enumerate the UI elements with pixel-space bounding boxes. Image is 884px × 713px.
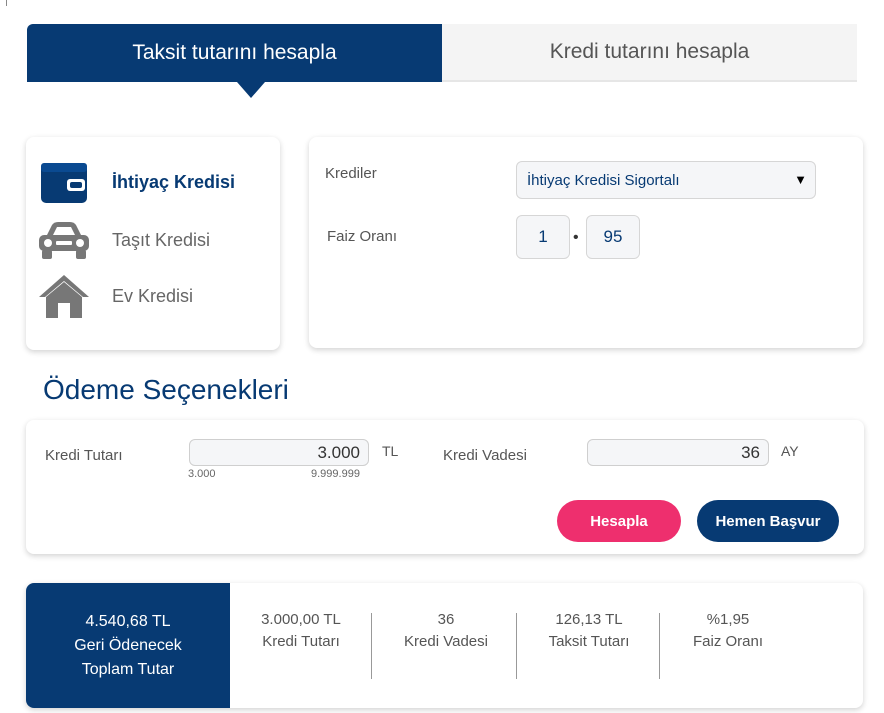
loan-settings-card: Krediler İhtiyaç Kredisi Sigortalı ▼ Fai… xyxy=(309,137,863,348)
loan-type-housing[interactable]: Ev Kredisi xyxy=(36,271,276,321)
credits-select-value: İhtiyaç Kredisi Sigortalı xyxy=(527,171,680,189)
apply-now-button-label: Hemen Başvur xyxy=(715,512,821,530)
calculator-tabs: Taksit tutarını hesapla Kredi tutarını h… xyxy=(27,24,857,98)
payment-options-card: Kredi Tutarı 3.000 TL 3.000 9.999.999 Kr… xyxy=(26,420,864,554)
tab-loan-amount-label: Kredi tutarını hesapla xyxy=(549,40,750,63)
term-unit: AY xyxy=(781,443,799,459)
amount-min: 3.000 xyxy=(188,468,216,480)
loan-type-personal[interactable]: İhtiyaç Kredisi xyxy=(36,157,276,207)
apply-now-button[interactable]: Hemen Başvur xyxy=(697,500,839,542)
tab-installment-label: Taksit tutarını hesapla xyxy=(132,41,337,64)
result-loan-amount: 3.000,00 TL Kredi Tutarı xyxy=(231,609,371,653)
result-interest-rate-label: Faiz Oranı xyxy=(692,633,764,650)
result-interest-rate: %1,95 Faiz Oranı xyxy=(658,609,798,653)
result-installment-value: 126,13 TL xyxy=(555,611,623,628)
result-term-value: 36 xyxy=(437,611,455,628)
amount-label: Kredi Tutarı xyxy=(45,447,123,464)
rate-separator: • xyxy=(573,229,579,246)
total-repayment-label-line1: Geri Ödenecek xyxy=(74,636,182,654)
results-card: 4.540,68 TL Geri Ödenecek Toplam Tutar 3… xyxy=(26,583,863,708)
loan-type-housing-label: Ev Kredisi xyxy=(112,285,194,306)
result-term: 36 Kredi Vadesi xyxy=(376,609,516,653)
amount-input[interactable]: 3.000 xyxy=(189,439,369,466)
tab-loan-amount[interactable]: Kredi tutarını hesapla xyxy=(442,24,857,82)
result-installment: 126,13 TL Taksit Tutarı xyxy=(519,609,659,653)
result-divider xyxy=(516,613,517,679)
total-repayment-box: 4.540,68 TL Geri Ödenecek Toplam Tutar xyxy=(26,583,230,708)
result-divider xyxy=(371,613,372,679)
loan-type-vehicle-label: Taşıt Kredisi xyxy=(112,229,211,250)
result-loan-amount-value: 3.000,00 TL xyxy=(261,611,341,628)
payment-options-title: Ödeme Seçenekleri xyxy=(43,374,289,405)
rate-label: Faiz Oranı xyxy=(327,228,398,245)
term-value: 36 xyxy=(741,442,760,462)
wallet-icon xyxy=(36,157,92,207)
loan-type-card: İhtiyaç Kredisi Taşıt Kredisi Ev Kredisi xyxy=(26,137,280,350)
total-repayment-value: 4.540,68 TL xyxy=(85,612,171,630)
loan-type-personal-label: İhtiyaç Kredisi xyxy=(112,171,236,192)
result-interest-rate-value: %1,95 xyxy=(706,611,750,628)
house-icon xyxy=(36,271,92,321)
loan-type-vehicle[interactable]: Taşıt Kredisi xyxy=(36,215,276,265)
rate-whole-value: 1 xyxy=(538,227,548,246)
credits-label: Krediler xyxy=(325,165,377,182)
amount-max: 9.999.999 xyxy=(311,468,360,480)
total-repayment-label-line2: Toplam Tutar xyxy=(81,660,175,678)
rate-decimal-input[interactable]: 95 xyxy=(586,215,640,259)
term-input[interactable]: 36 xyxy=(587,439,769,466)
calculate-button[interactable]: Hesapla xyxy=(557,500,681,542)
amount-unit: TL xyxy=(382,443,399,459)
car-icon xyxy=(36,215,92,265)
rate-whole-input[interactable]: 1 xyxy=(516,215,570,259)
result-installment-label: Taksit Tutarı xyxy=(548,633,630,650)
dropdown-arrow-icon: ▼ xyxy=(794,172,807,187)
corner-mark xyxy=(6,0,7,6)
credits-select[interactable]: İhtiyaç Kredisi Sigortalı ▼ xyxy=(516,161,816,199)
amount-value: 3.000 xyxy=(317,442,360,462)
calculate-button-label: Hesapla xyxy=(590,512,648,530)
rate-decimal-value: 95 xyxy=(603,227,623,246)
term-label: Kredi Vadesi xyxy=(443,447,527,464)
result-loan-amount-label: Kredi Tutarı xyxy=(262,633,340,650)
tab-installment[interactable]: Taksit tutarını hesapla xyxy=(27,24,442,98)
result-term-label: Kredi Vadesi xyxy=(404,633,488,650)
